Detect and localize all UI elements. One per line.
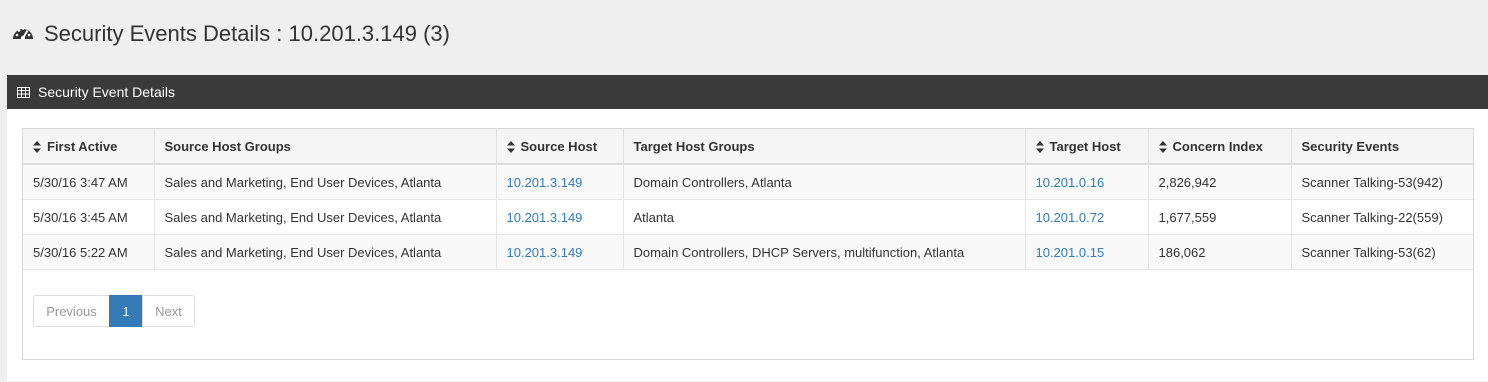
source-host-groups-cell: Sales and Marketing, End User Devices, A… bbox=[154, 234, 497, 270]
target-host-groups-cell: Atlanta bbox=[623, 199, 1026, 235]
table-grid-icon bbox=[17, 86, 30, 98]
security-events-cell: Scanner Talking-22(559) bbox=[1291, 199, 1473, 235]
dashboard-gauge-icon bbox=[13, 27, 33, 41]
table-row: 5/30/16 3:47 AM Sales and Marketing, End… bbox=[23, 164, 1473, 200]
column-header-source-host[interactable]: Source Host bbox=[496, 129, 624, 165]
table-row: 5/30/16 5:22 AM Sales and Marketing, End… bbox=[23, 234, 1473, 270]
security-events-cell: Scanner Talking-53(62) bbox=[1291, 234, 1473, 270]
table-row: 5/30/16 3:45 AM Sales and Marketing, End… bbox=[23, 199, 1473, 235]
source-host-link[interactable]: 10.201.3.149 bbox=[507, 175, 583, 190]
sort-icon bbox=[506, 141, 515, 154]
security-events-cell: Scanner Talking-53(942) bbox=[1291, 164, 1473, 200]
target-host-cell: 10.201.0.15 bbox=[1025, 234, 1149, 270]
page-header: Security Events Details : 10.201.3.149 (… bbox=[10, 18, 450, 50]
concern-index-cell: 2,826,942 bbox=[1148, 164, 1292, 200]
target-host-link[interactable]: 10.201.0.16 bbox=[1036, 175, 1105, 190]
target-host-link[interactable]: 10.201.0.72 bbox=[1036, 210, 1105, 225]
sort-icon bbox=[1158, 141, 1167, 154]
column-header-concern-index[interactable]: Concern Index bbox=[1148, 129, 1292, 165]
security-event-details-panel: Security Event Details First Active Sour… bbox=[7, 75, 1488, 381]
column-header-source-host-groups: Source Host Groups bbox=[154, 129, 497, 165]
target-host-cell: 10.201.0.16 bbox=[1025, 164, 1149, 200]
target-host-cell: 10.201.0.72 bbox=[1025, 199, 1149, 235]
column-header-target-host-groups: Target Host Groups bbox=[623, 129, 1026, 165]
concern-index-cell: 186,062 bbox=[1148, 234, 1292, 270]
source-host-groups-cell: Sales and Marketing, End User Devices, A… bbox=[154, 164, 497, 200]
source-host-link[interactable]: 10.201.3.149 bbox=[507, 245, 583, 260]
source-host-link[interactable]: 10.201.3.149 bbox=[507, 210, 583, 225]
first-active-cell: 5/30/16 3:47 AM bbox=[23, 164, 155, 200]
page-1-button[interactable]: 1 bbox=[109, 295, 143, 327]
source-host-cell: 10.201.3.149 bbox=[496, 199, 624, 235]
target-host-groups-cell: Domain Controllers, Atlanta bbox=[623, 164, 1026, 200]
target-host-groups-cell: Domain Controllers, DHCP Servers, multif… bbox=[623, 234, 1026, 270]
security-events-table: First Active Source Host Groups Source H… bbox=[23, 129, 1473, 270]
concern-index-cell: 1,677,559 bbox=[1148, 199, 1292, 235]
source-host-cell: 10.201.3.149 bbox=[496, 164, 624, 200]
panel-title: Security Event Details bbox=[38, 84, 175, 100]
source-host-groups-cell: Sales and Marketing, End User Devices, A… bbox=[154, 199, 497, 235]
table-container: First Active Source Host Groups Source H… bbox=[22, 128, 1474, 360]
panel-heading: Security Event Details bbox=[7, 75, 1488, 109]
column-header-first-active[interactable]: First Active bbox=[23, 129, 155, 165]
sort-icon bbox=[1035, 141, 1044, 154]
next-page-button[interactable]: Next bbox=[142, 295, 195, 327]
page-title: Security Events Details : 10.201.3.149 (… bbox=[44, 21, 450, 46]
first-active-cell: 5/30/16 5:22 AM bbox=[23, 234, 155, 270]
column-header-security-events: Security Events bbox=[1291, 129, 1473, 165]
sort-icon bbox=[33, 141, 41, 154]
column-header-target-host[interactable]: Target Host bbox=[1025, 129, 1149, 165]
previous-page-button[interactable]: Previous bbox=[33, 295, 110, 327]
first-active-cell: 5/30/16 3:45 AM bbox=[23, 199, 155, 235]
target-host-link[interactable]: 10.201.0.15 bbox=[1036, 245, 1105, 260]
source-host-cell: 10.201.3.149 bbox=[496, 234, 624, 270]
pagination: Previous 1 Next bbox=[33, 295, 195, 327]
